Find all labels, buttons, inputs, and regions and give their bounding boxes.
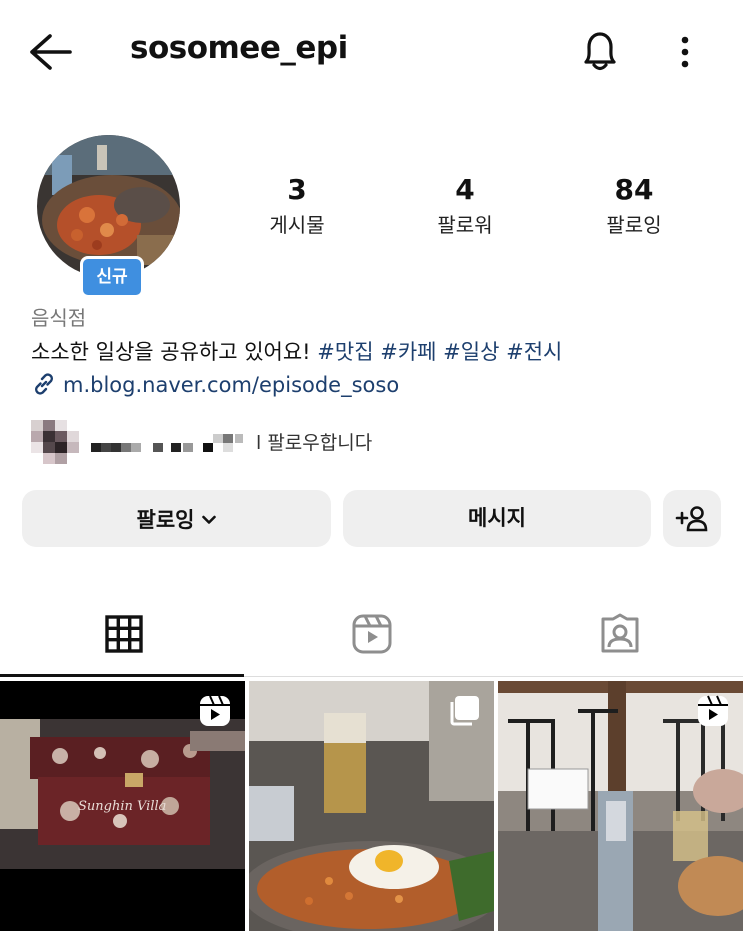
profile-username: sosomee_epi	[130, 30, 348, 66]
bio-text: 소소한 일상을 공유하고 있어요!	[31, 340, 318, 364]
followed-by-row[interactable]: l 팔로우합니다	[31, 420, 431, 464]
reels-icon	[698, 695, 728, 726]
tab-posts-grid[interactable]	[0, 610, 247, 676]
following-count: 84	[614, 173, 654, 206]
watermark-text: Sunghin Villa	[78, 799, 167, 814]
hashtag[interactable]: #전시	[506, 340, 562, 364]
following-button[interactable]: 팔로잉	[22, 490, 331, 547]
following-button-label: 팔로잉	[136, 508, 195, 532]
carousel-icon	[450, 696, 479, 726]
tab-reels[interactable]	[248, 610, 495, 676]
posts-count: 3	[287, 173, 307, 206]
posts-stat[interactable]: 3 게시물	[217, 172, 377, 240]
followers-count: 4	[455, 173, 475, 206]
posts-label: 게시물	[269, 213, 325, 237]
following-label: 팔로잉	[606, 213, 662, 237]
profile-link[interactable]: m.blog.naver.com/episode_soso	[31, 371, 399, 397]
followers-stat[interactable]: 4 팔로워	[385, 172, 545, 240]
blurred-avatar	[31, 420, 79, 464]
post-thumbnail[interactable]	[498, 681, 743, 931]
post-thumbnail[interactable]	[249, 681, 494, 931]
reels-icon	[200, 695, 230, 726]
bell-icon[interactable]	[578, 28, 622, 74]
active-tab-indicator	[0, 674, 244, 677]
back-arrow-icon[interactable]	[28, 32, 74, 72]
link-icon	[31, 371, 57, 397]
followers-label: 팔로워	[437, 213, 493, 237]
blurred-names	[91, 434, 243, 452]
tab-tagged[interactable]	[496, 610, 743, 676]
new-badge: 신규	[80, 256, 144, 298]
link-text: m.blog.naver.com/episode_soso	[63, 373, 400, 397]
message-button[interactable]: 메시지	[343, 490, 651, 547]
add-person-icon	[675, 506, 708, 532]
followed-by-text: l 팔로우합니다	[256, 432, 373, 454]
tagged-icon	[601, 613, 638, 653]
profile-category: 음식점	[31, 306, 87, 330]
chevron-down-icon	[202, 490, 217, 524]
profile-bio: 소소한 일상을 공유하고 있어요! #맛집 #카페 #일상 #전시	[31, 336, 562, 366]
hashtag[interactable]: #맛집	[317, 340, 373, 364]
more-options-icon[interactable]	[668, 32, 702, 72]
hashtag[interactable]: #일상	[443, 340, 499, 364]
grid-icon	[104, 615, 143, 653]
post-thumbnail[interactable]: Sunghin Villa	[0, 681, 245, 931]
reels-icon	[352, 614, 391, 654]
add-person-button[interactable]	[663, 490, 721, 547]
following-stat[interactable]: 84 팔로잉	[554, 172, 714, 240]
hashtag[interactable]: #카페	[380, 340, 436, 364]
